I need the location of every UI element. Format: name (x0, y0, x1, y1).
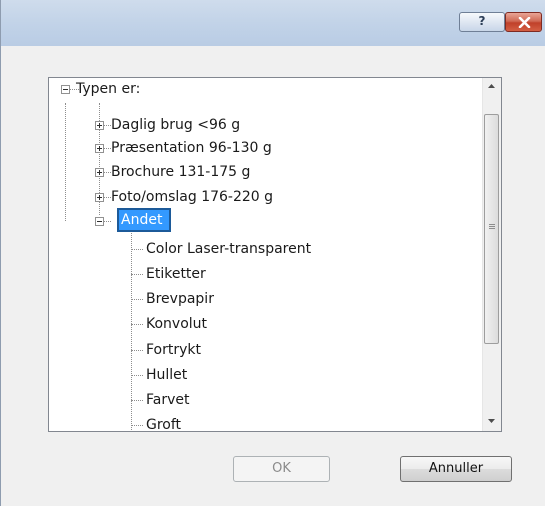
collapse-toggle-icon[interactable] (61, 85, 70, 94)
scroll-thumb[interactable] (484, 114, 499, 344)
tree-item-groft[interactable]: Groft (146, 414, 181, 431)
expand-toggle-icon[interactable] (95, 144, 104, 153)
tree-item-konvolut[interactable]: Konvolut (146, 313, 207, 335)
tree-connector (131, 425, 143, 426)
tree-scrollbar[interactable] (482, 78, 501, 431)
tree-group-brochure[interactable]: Brochure 131-175 g (111, 161, 250, 183)
tree-connector (131, 375, 143, 376)
tree-group-daglig-brug[interactable]: Daglig brug <96 g (111, 114, 240, 136)
title-bar: ? (1, 0, 545, 46)
tree-connector (131, 274, 143, 275)
expand-toggle-icon[interactable] (95, 168, 104, 177)
close-icon (518, 17, 531, 28)
tree-item-color-laser-transparent[interactable]: Color Laser-transparent (146, 238, 311, 260)
tree-item-brevpapir[interactable]: Brevpapir (146, 288, 214, 310)
grip-icon (489, 228, 495, 229)
tree-root-label[interactable]: Typen er: (76, 78, 140, 100)
collapse-toggle-icon[interactable] (95, 217, 104, 226)
scroll-up-button[interactable] (483, 78, 501, 96)
tree-connector (131, 249, 143, 250)
tree-item-fortrykt[interactable]: Fortrykt (146, 339, 201, 361)
paper-type-dialog: ? Typen er: Daglig brug <96 g Præsentati… (0, 0, 545, 506)
tree-group-andet-label: Andet (121, 212, 163, 228)
arrow-down-icon (488, 419, 495, 423)
help-icon: ? (478, 14, 486, 28)
expand-toggle-icon[interactable] (95, 121, 104, 130)
paper-type-tree[interactable]: Typen er: Daglig brug <96 g Præsentation… (48, 77, 502, 432)
close-button[interactable] (505, 12, 542, 32)
ok-button[interactable]: OK (233, 456, 330, 482)
tree-connector (131, 324, 143, 325)
tree-group-praesentation[interactable]: Præsentation 96-130 g (111, 137, 272, 159)
tree-item-farvet[interactable]: Farvet (146, 389, 190, 411)
tree-connector (131, 400, 143, 401)
tree-connector (131, 299, 143, 300)
expand-toggle-icon[interactable] (95, 193, 104, 202)
grip-icon (489, 224, 495, 225)
tree-item-hullet[interactable]: Hullet (146, 364, 187, 386)
arrow-up-icon (488, 84, 495, 88)
tree-item-etiketter[interactable]: Etiketter (146, 263, 206, 285)
tree-connector (65, 103, 66, 221)
tree-connector (131, 350, 143, 351)
tree-group-foto-omslag[interactable]: Foto/omslag 176-220 g (111, 186, 273, 208)
help-button[interactable]: ? (459, 12, 505, 32)
tree-group-andet[interactable]: Andet (117, 208, 171, 232)
grip-icon (489, 226, 495, 227)
scroll-down-button[interactable] (483, 413, 501, 431)
cancel-button[interactable]: Annuller (400, 456, 512, 482)
